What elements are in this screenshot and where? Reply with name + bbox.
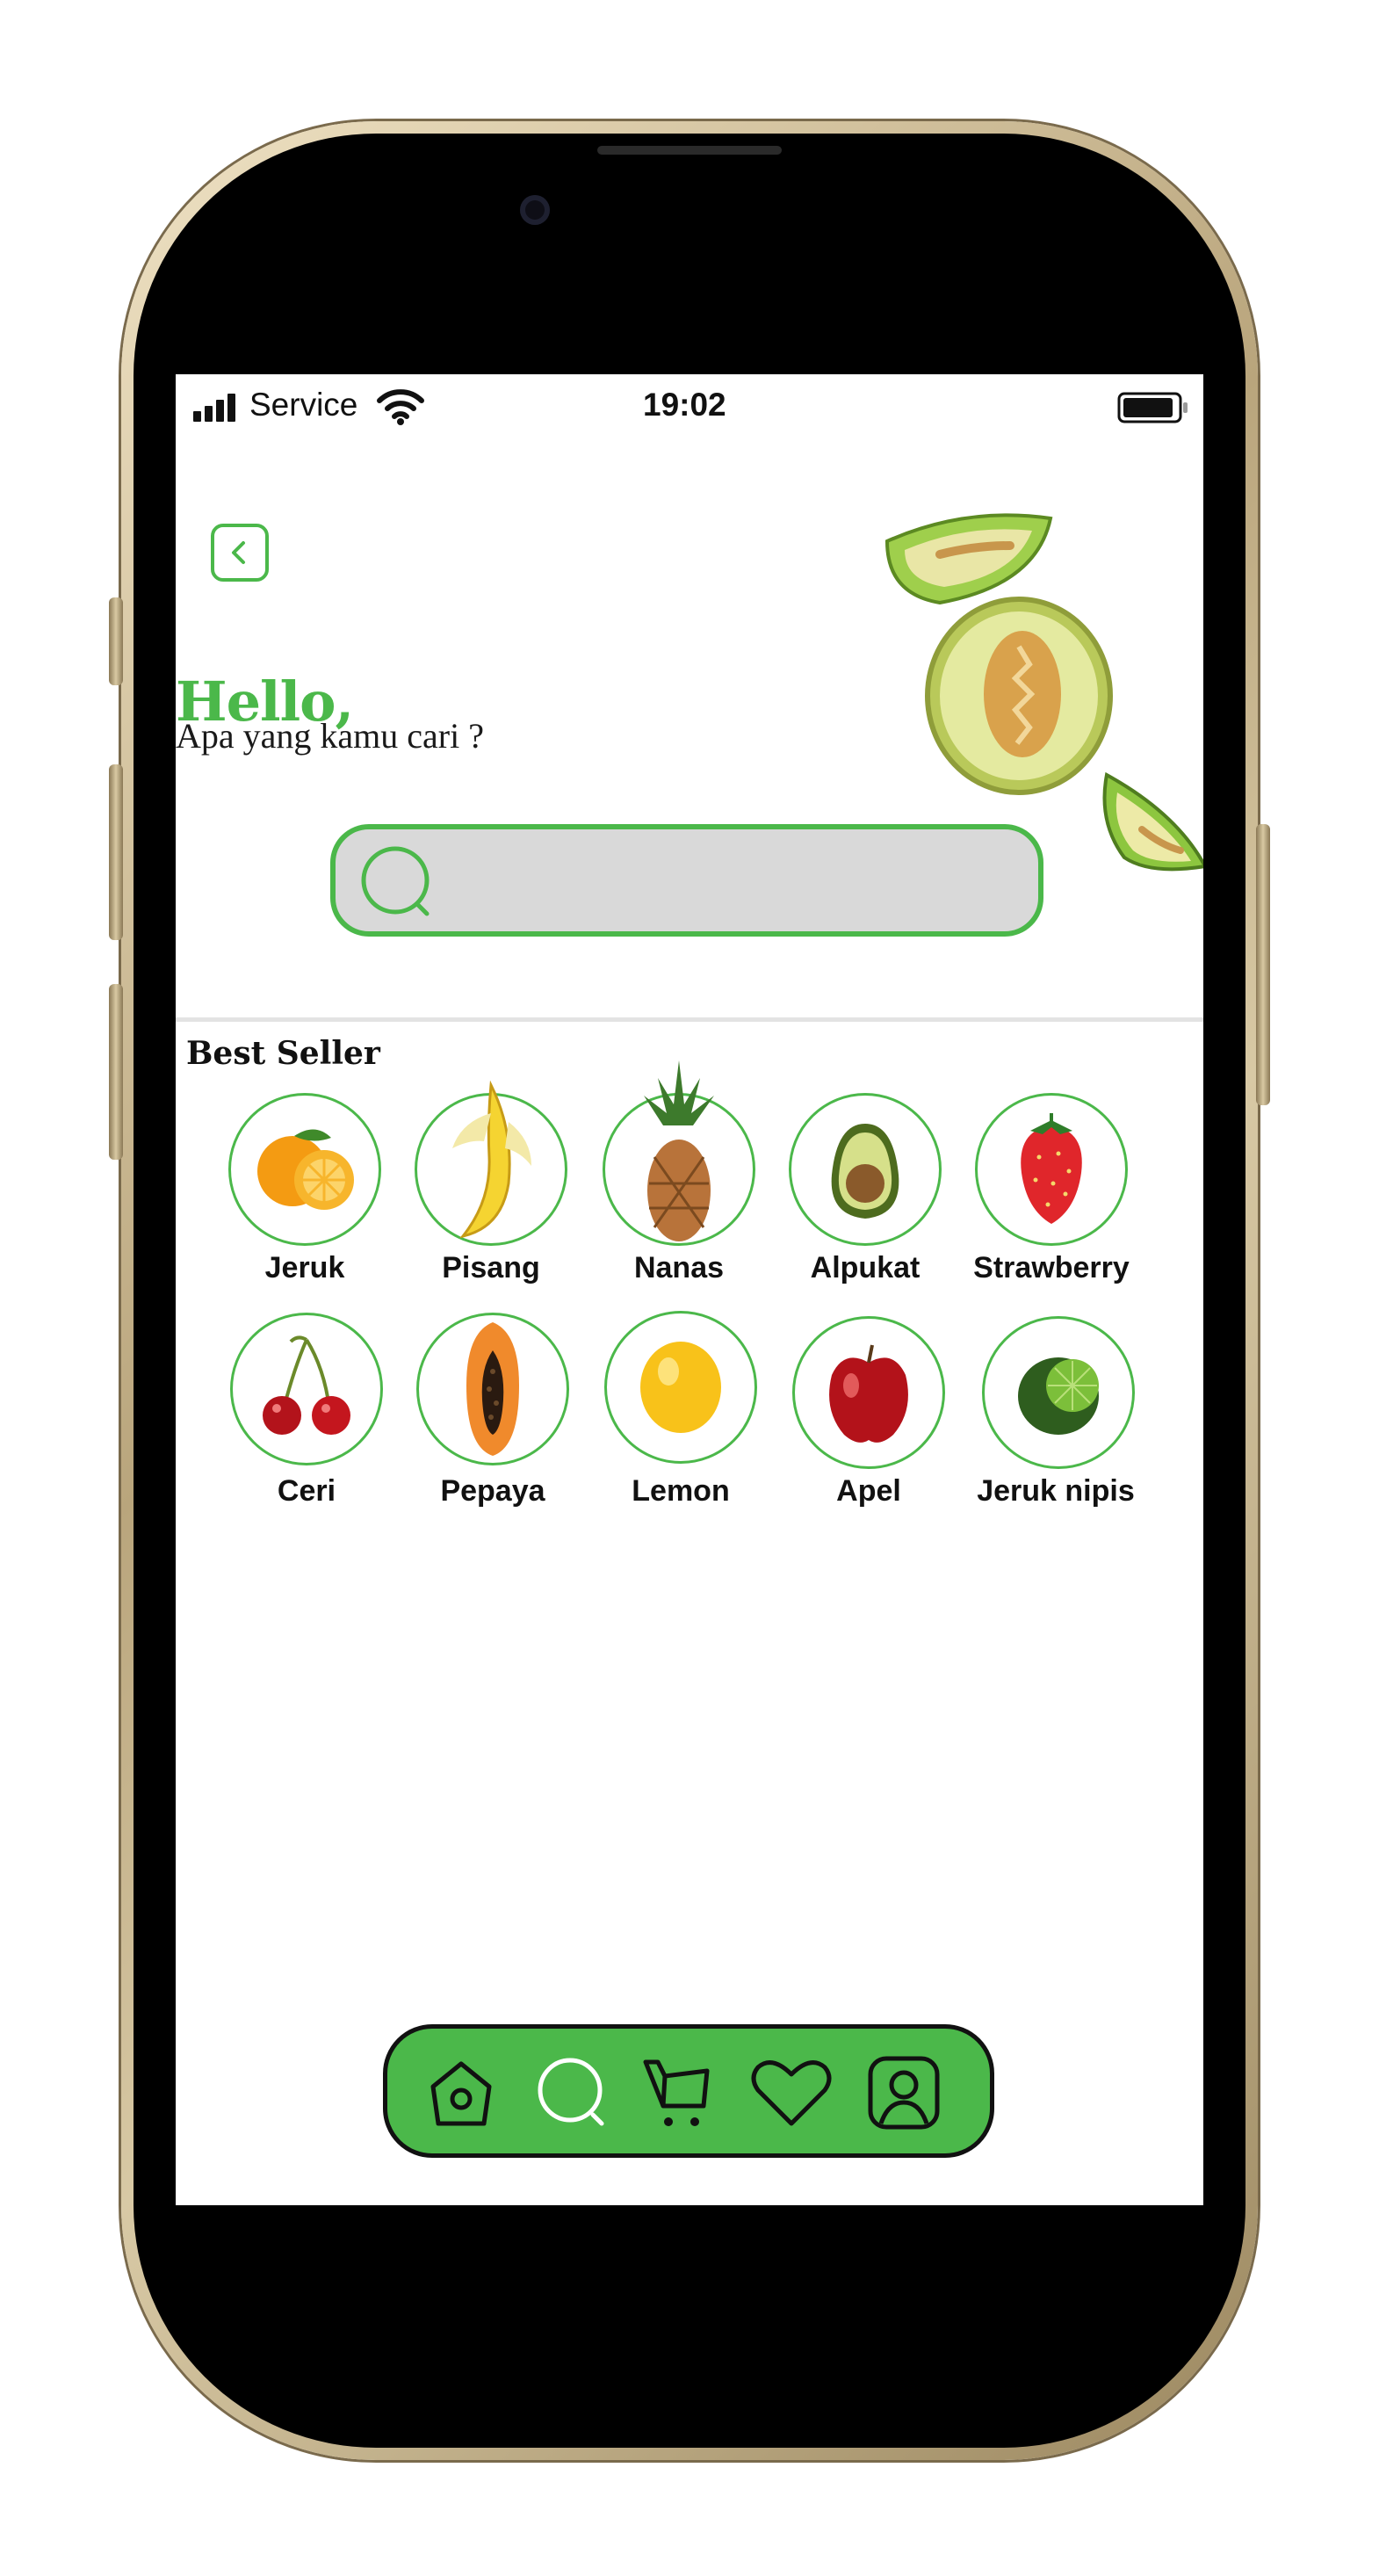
search-icon xyxy=(361,846,430,916)
fruit-item-jeruk-nipis[interactable] xyxy=(982,1316,1135,1469)
screen: Service 19:02 Hello, Apa yang kamu cari … xyxy=(176,374,1203,2205)
silent-switch xyxy=(109,597,123,685)
fruit-label: Lemon xyxy=(632,1474,730,1508)
profile-icon[interactable] xyxy=(862,2051,946,2136)
fruit-label: Nanas xyxy=(633,1251,725,1284)
orange-icon xyxy=(257,1129,354,1210)
strawberry-icon xyxy=(1021,1113,1082,1224)
fruit-item-strawberry[interactable] xyxy=(975,1093,1128,1246)
banana-icon xyxy=(452,1080,531,1239)
wifi-icon xyxy=(376,388,425,425)
search-icon[interactable] xyxy=(533,2050,617,2134)
fruit-item-alpukat[interactable] xyxy=(789,1093,942,1246)
fruit-label: Apel xyxy=(836,1474,901,1508)
power-button xyxy=(1256,824,1270,1105)
clock: 19:02 xyxy=(643,387,726,423)
volume-up-button xyxy=(109,764,123,940)
fruit-item-pepaya[interactable] xyxy=(416,1313,569,1465)
lime-icon xyxy=(1018,1357,1099,1435)
speaker-grille xyxy=(597,146,782,155)
fruit-label: Alpukat xyxy=(810,1251,921,1284)
section-divider xyxy=(176,1017,1203,1022)
fruit-item-nanas[interactable] xyxy=(603,1060,755,1246)
heart-icon[interactable] xyxy=(747,2051,835,2136)
back-button[interactable] xyxy=(211,524,269,582)
fruit-label: Pisang xyxy=(442,1251,540,1284)
fruit-label: Jeruk nipis xyxy=(977,1474,1135,1508)
fruit-label: Pepaya xyxy=(440,1474,545,1508)
bottom-nav xyxy=(383,2024,994,2158)
fruit-label: Jeruk xyxy=(264,1251,345,1284)
fruit-item-jeruk[interactable] xyxy=(228,1093,381,1246)
home-icon[interactable] xyxy=(422,2055,500,2132)
papaya-icon xyxy=(466,1322,519,1456)
lemon-icon xyxy=(640,1342,721,1433)
apple-icon xyxy=(829,1344,908,1443)
greeting-subtitle: Apa yang kamu cari ? xyxy=(176,716,484,756)
volume-down-button xyxy=(109,984,123,1160)
cherry-icon xyxy=(263,1335,350,1435)
cart-icon[interactable] xyxy=(640,2050,725,2134)
fruit-label: Strawberry xyxy=(973,1251,1130,1284)
carrier-name: Service xyxy=(249,387,358,423)
best-seller-title: Best Seller xyxy=(186,1035,380,1072)
fruit-item-pisang[interactable] xyxy=(415,1080,567,1246)
avocado-icon xyxy=(831,1124,899,1219)
search-input[interactable] xyxy=(330,824,1043,937)
fruit-item-lemon[interactable] xyxy=(604,1311,757,1464)
fruit-label: Ceri xyxy=(277,1474,336,1508)
signal-icon xyxy=(193,394,241,422)
fruit-item-ceri[interactable] xyxy=(230,1313,383,1465)
chevron-left-icon xyxy=(232,541,245,564)
pineapple-icon xyxy=(644,1060,714,1241)
fruit-item-apel[interactable] xyxy=(792,1316,945,1469)
front-camera xyxy=(520,195,550,225)
battery-icon xyxy=(1117,392,1189,423)
